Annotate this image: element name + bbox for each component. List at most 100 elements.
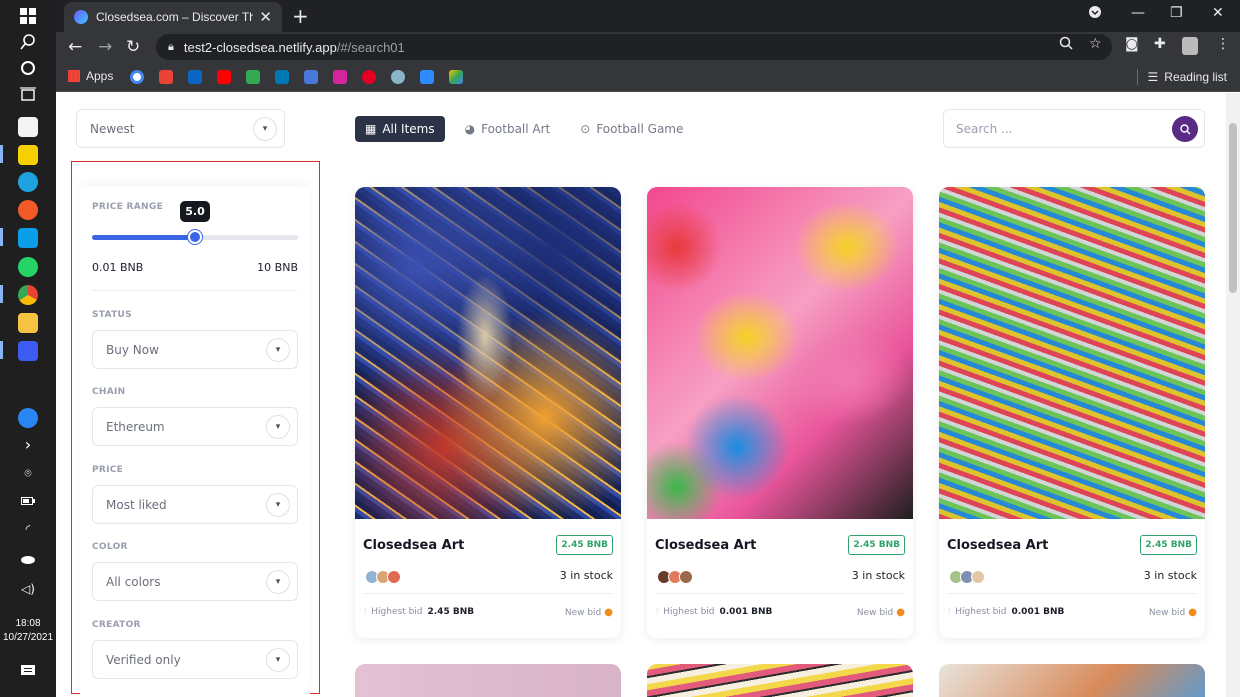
price-range-slider[interactable]: 5.0 — [92, 201, 298, 244]
artwork-image[interactable] — [939, 187, 1205, 519]
task-view-icon[interactable] — [17, 84, 39, 106]
battery-icon[interactable] — [17, 490, 39, 512]
help-icon[interactable] — [18, 408, 38, 428]
artwork-image[interactable] — [355, 187, 621, 519]
status-select[interactable]: Buy Now ▾ — [92, 330, 298, 369]
meet-now-icon[interactable]: ⌾ — [17, 462, 39, 484]
nft-card-preview[interactable] — [647, 664, 913, 697]
artwork-image[interactable] — [647, 187, 913, 519]
tab-football-art[interactable]: ◕ Football Art — [455, 116, 561, 142]
profile-avatar[interactable] — [1182, 37, 1198, 55]
wifi-icon[interactable]: ◜ — [17, 518, 39, 540]
price-select[interactable]: Most liked ▾ — [92, 485, 298, 524]
nft-card[interactable]: Closedsea Art 2.45 BNB 3 in stock ⫶ High… — [939, 187, 1205, 638]
linkedin-icon[interactable] — [275, 70, 289, 84]
reading-list-button[interactable]: ☰ Reading list — [1136, 69, 1227, 85]
extensions-icon[interactable]: ✚ — [1154, 36, 1166, 52]
nft-card[interactable]: Closedsea Art 2.45 BNB 3 in stock ⫶ High… — [647, 187, 913, 638]
chrome-menu-icon[interactable]: ⋮ — [1216, 36, 1230, 52]
classroom-icon[interactable] — [304, 70, 318, 84]
avatar[interactable] — [387, 570, 401, 584]
store-icon[interactable] — [18, 117, 38, 137]
chevron-down-icon[interactable]: ▾ — [266, 492, 290, 517]
chevron-down-icon[interactable]: ▾ — [266, 337, 290, 362]
file-explorer-icon[interactable] — [18, 313, 38, 333]
browser-tab[interactable]: Closedsea.com – Discover The Be ✕ — [64, 2, 282, 32]
chain-select[interactable]: Ethereum ▾ — [92, 407, 298, 446]
zoom-icon[interactable] — [1059, 36, 1073, 54]
profile-menu-icon[interactable] — [1088, 5, 1102, 23]
status-label: STATUS — [92, 310, 132, 320]
sticky-notes-icon[interactable] — [18, 145, 38, 165]
price-badge: 2.45 BNB — [556, 535, 613, 555]
firefox-icon[interactable] — [18, 200, 38, 220]
pinterest-icon[interactable] — [362, 70, 376, 84]
apps-shortcut[interactable]: Apps — [68, 69, 113, 83]
window-close-icon[interactable]: ✕ — [1212, 5, 1224, 21]
scrollbar-thumb[interactable] — [1229, 123, 1237, 293]
site-favicon-icon — [74, 10, 88, 24]
clock-date: 10/27/2021 — [2, 632, 54, 643]
system-clock[interactable]: 18:08 10/27/2021 — [0, 617, 56, 645]
nft-card-preview[interactable] — [355, 664, 621, 697]
forward-icon[interactable]: → — [98, 37, 112, 57]
outlook-icon[interactable] — [188, 70, 202, 84]
instagram-icon[interactable] — [333, 70, 347, 84]
youtube-icon[interactable] — [217, 70, 231, 84]
nft-card-preview[interactable] — [939, 664, 1205, 697]
drive-icon[interactable] — [449, 70, 463, 84]
active-indicator — [0, 285, 3, 303]
slider-handle[interactable] — [188, 230, 202, 244]
slider-tooltip: 5.0 — [180, 201, 210, 222]
search-button[interactable] — [1172, 116, 1198, 142]
new-bid-link[interactable]: New bid ● — [565, 607, 613, 618]
search-placeholder: Search ... — [956, 121, 1013, 136]
maps-icon[interactable] — [246, 70, 260, 84]
notifications-icon[interactable] — [17, 660, 39, 682]
nft-card[interactable]: Closedsea Art 2.45 BNB 3 in stock ⫶ High… — [355, 187, 621, 638]
extension-bookmark-icon[interactable] — [391, 70, 405, 84]
new-bid-link[interactable]: New bid ● — [857, 607, 905, 618]
google-icon[interactable] — [130, 70, 144, 84]
edge-icon[interactable] — [18, 172, 38, 192]
reload-icon[interactable]: ↻ — [126, 37, 140, 57]
windows-start-icon[interactable] — [17, 5, 39, 27]
candlestick-icon: ⫶ — [948, 607, 951, 617]
chevron-down-icon[interactable]: ▾ — [266, 414, 290, 439]
whatsapp-icon[interactable] — [18, 257, 38, 277]
chevron-up-icon[interactable]: › — [17, 433, 39, 455]
camera-extension-icon[interactable]: ◙ — [1125, 36, 1139, 52]
chrome-icon[interactable] — [18, 285, 38, 305]
chevron-down-icon[interactable]: ▾ — [266, 647, 290, 672]
zoom-bookmark-icon[interactable] — [420, 70, 434, 84]
back-icon[interactable]: ← — [68, 37, 82, 57]
tab-close-icon[interactable]: ✕ — [259, 8, 272, 26]
volume-icon[interactable]: ◁) — [17, 578, 39, 600]
bookmark-star-icon[interactable]: ☆ — [1089, 36, 1102, 52]
avatar[interactable] — [971, 570, 985, 584]
bid-label: Highest bid — [663, 607, 715, 617]
tab-all-items[interactable]: ▦ All Items — [355, 116, 445, 142]
app-icon[interactable] — [18, 341, 38, 361]
new-tab-button[interactable]: + — [292, 4, 309, 28]
gmail-icon[interactable] — [159, 70, 173, 84]
lock-icon[interactable]: 🔒︎ — [168, 41, 174, 54]
tab-football-game[interactable]: ⊙ Football Game — [570, 116, 693, 142]
chevron-down-icon[interactable]: ▾ — [253, 116, 277, 141]
chevron-down-icon[interactable]: ▾ — [266, 569, 290, 594]
cortana-icon[interactable] — [17, 57, 39, 79]
search-input[interactable]: Search ... — [943, 109, 1205, 148]
sort-select[interactable]: Newest ▾ — [76, 109, 285, 148]
new-bid-label: New bid — [856, 607, 894, 618]
onedrive-icon[interactable] — [17, 548, 39, 570]
avatar[interactable] — [679, 570, 693, 584]
search-icon[interactable] — [17, 31, 39, 53]
new-bid-link[interactable]: New bid ● — [1149, 607, 1197, 618]
page-scrollbar[interactable] — [1226, 93, 1240, 697]
skype-icon[interactable] — [18, 228, 38, 248]
address-bar[interactable]: 🔒︎ test2-closedsea.netlify.app /#/search… — [156, 34, 1112, 60]
restore-icon[interactable]: ❐ — [1170, 5, 1183, 21]
creator-select[interactable]: Verified only ▾ — [92, 640, 298, 679]
color-select[interactable]: All colors ▾ — [92, 562, 298, 601]
minimize-icon[interactable]: — — [1131, 5, 1145, 21]
